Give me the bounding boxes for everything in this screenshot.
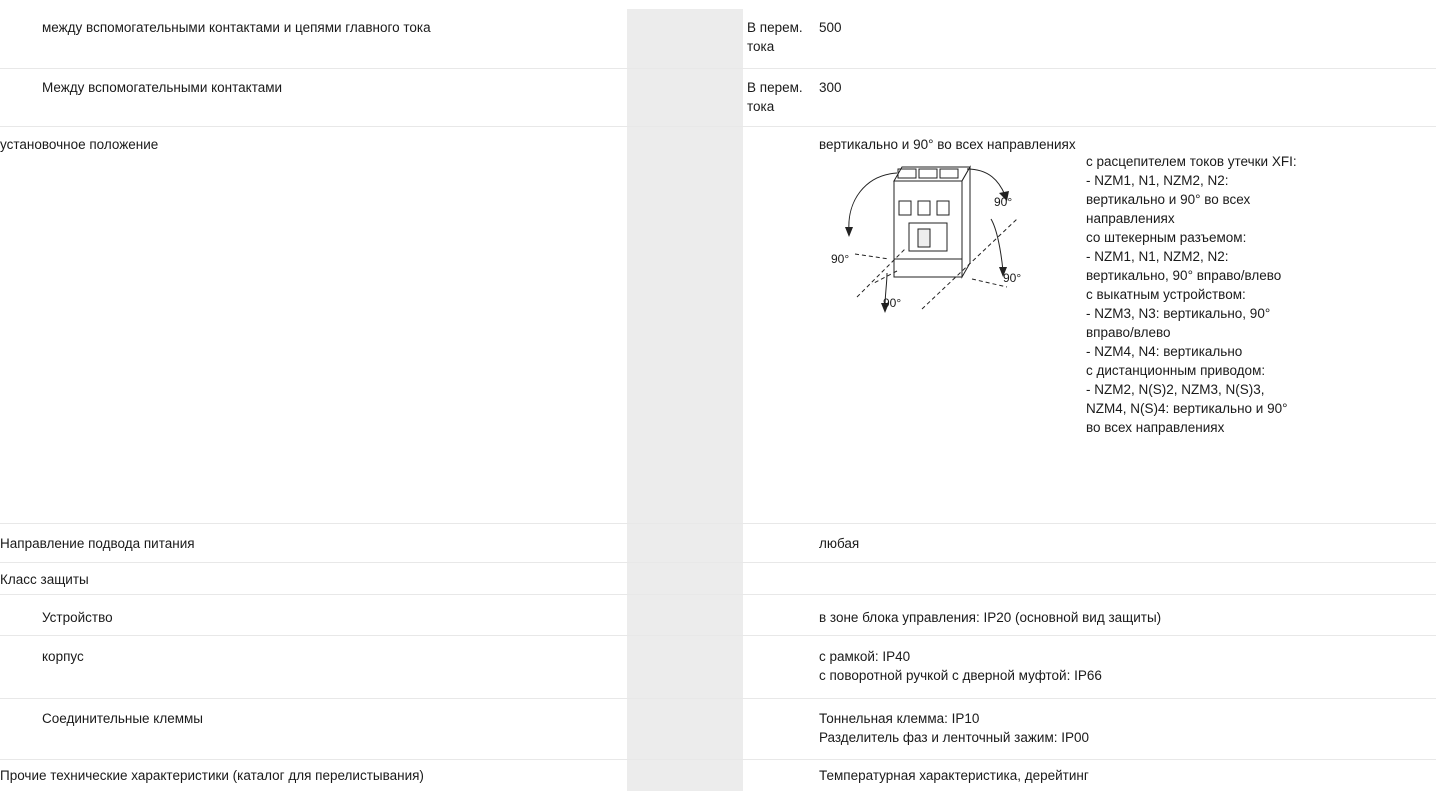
row-label: Направление подвода питания	[0, 536, 195, 551]
note-line: - NZM4, N4: вертикально	[1086, 344, 1243, 359]
note-line: вертикально и 90° во всех	[1086, 192, 1251, 207]
table-row: Прочие технические характеристики (катал…	[0, 760, 1436, 791]
angle-label: 90°	[831, 252, 850, 266]
row-label: Устройство	[42, 610, 113, 625]
angle-label: 90°	[994, 195, 1013, 209]
row-label: установочное положение	[0, 137, 159, 152]
table-row: Устройство в зоне блока управления: IP20…	[0, 595, 1436, 636]
note-line: с выкатным устройством:	[1086, 287, 1246, 302]
row-label: Класс защиты	[0, 572, 89, 587]
row-label: между вспомогательными контактами и цепя…	[42, 20, 431, 35]
note-line: вправо/влево	[1086, 325, 1171, 340]
table-row: Направление подвода питания любая	[0, 524, 1436, 563]
row-value: 500	[819, 20, 842, 35]
row-value: Тоннельная клемма: IP10 Разделитель фаз …	[819, 709, 1419, 747]
table-row: Класс защиты	[0, 563, 1436, 595]
row-label: Соединительные клеммы	[42, 711, 204, 726]
value-line: Тоннельная клемма: IP10	[819, 711, 980, 726]
value-line: Разделитель фаз и ленточный зажим: IP00	[819, 730, 1089, 745]
row-label: корпус	[42, 649, 84, 664]
row-value: 300	[819, 80, 842, 95]
row-value: в зоне блока управления: IP20 (основной …	[819, 610, 1162, 625]
row-value: любая	[819, 536, 860, 551]
mounting-position-diagram	[845, 165, 1018, 313]
value-line: с рамкой: IP40	[819, 649, 911, 664]
note-line: NZM4, N(S)4: вертикально и 90°	[1086, 401, 1288, 416]
note-line: - NZM1, N1, NZM2, N2:	[1086, 173, 1229, 188]
note-line: - NZM1, N1, NZM2, N2:	[1086, 249, 1229, 264]
mounting-notes: с расцепителем токов утечки XFI: - NZM1,…	[1086, 152, 1386, 437]
note-line: во всех направлениях	[1086, 420, 1225, 435]
table-row: между вспомогательными контактами и цепя…	[0, 9, 1436, 69]
table-row: установочное положение вертикально и 90°…	[0, 127, 1436, 524]
note-line: вертикально, 90° вправо/влево	[1086, 268, 1282, 283]
angle-label: 90°	[1003, 271, 1022, 285]
row-unit: В перем. тока	[747, 80, 803, 114]
row-unit: В перем. тока	[747, 20, 803, 54]
row-value: Температурная характеристика, дерейтинг	[819, 768, 1089, 783]
angle-label: 90°	[883, 296, 902, 310]
note-line: с дистанционным приводом:	[1086, 363, 1266, 378]
table-row: Соединительные клеммы Тоннельная клемма:…	[0, 699, 1436, 760]
row-label: Прочие технические характеристики (катал…	[0, 768, 424, 783]
row-value: с рамкой: IP40 с поворотной ручкой с две…	[819, 647, 1419, 685]
note-line: направлениях	[1086, 211, 1175, 226]
table-row: корпус с рамкой: IP40 с поворотной ручко…	[0, 636, 1436, 699]
note-line: - NZM3, N3: вертикально, 90°	[1086, 306, 1271, 321]
table-row: Между вспомогательными контактами В пере…	[0, 69, 1436, 127]
value-line: с поворотной ручкой с дверной муфтой: IP…	[819, 668, 1102, 683]
note-line: - NZM2, N(S)2, NZM3, N(S)3,	[1086, 382, 1265, 397]
note-line: с расцепителем токов утечки XFI:	[1086, 154, 1297, 169]
row-label: Между вспомогательными контактами	[42, 80, 283, 95]
note-line: со штекерным разъемом:	[1086, 230, 1247, 245]
